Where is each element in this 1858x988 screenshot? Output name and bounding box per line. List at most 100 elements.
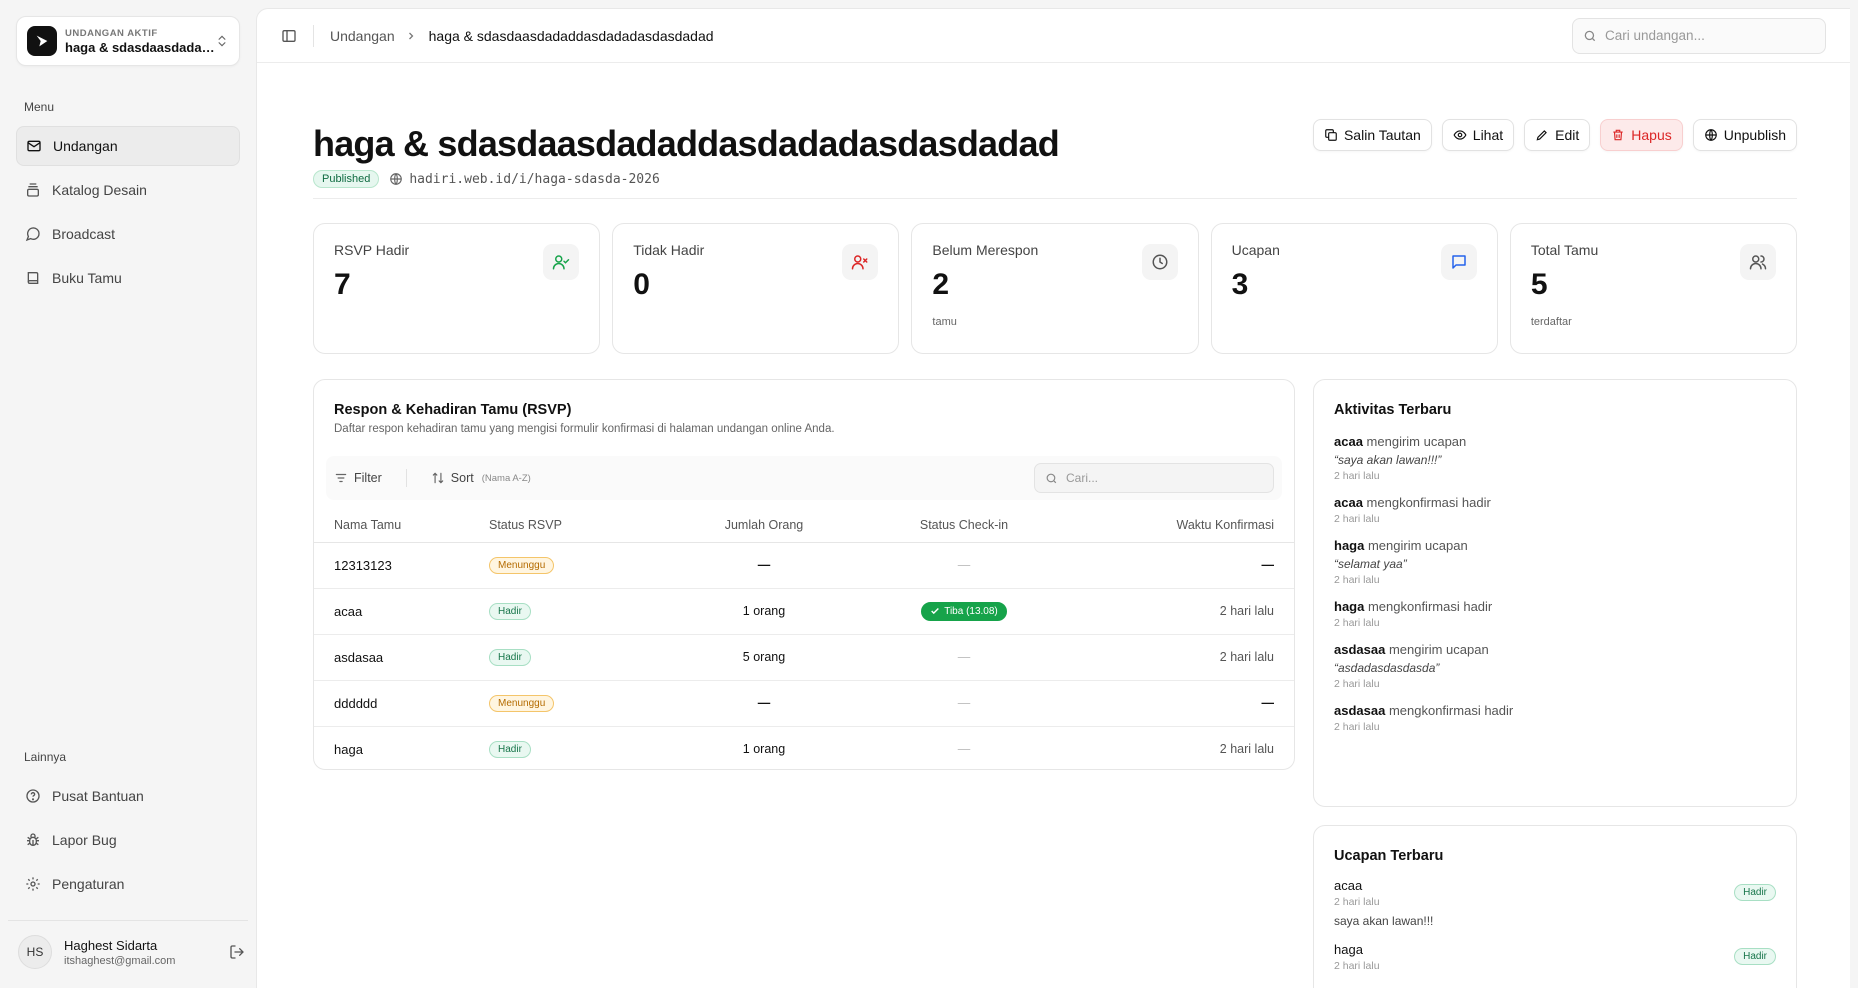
sidebar-item-katalog-desain[interactable]: Katalog Desain (16, 170, 240, 210)
filter-button[interactable]: Filter (334, 471, 382, 485)
column-header[interactable]: Nama Tamu (314, 508, 489, 543)
breadcrumb-current: haga & sdasdaasdadaddasdadadasdasdadad (428, 27, 714, 44)
table-row[interactable]: asdasaa Hadir 5 orang — 2 hari lalu (314, 634, 1294, 681)
edit-button[interactable]: Edit (1524, 119, 1591, 151)
user-profile[interactable]: HS Haghest Sidarta itshaghest@gmail.com (8, 920, 248, 969)
rsvp-status-badge: Hadir (489, 603, 531, 620)
activity-actor: asdasaa (1334, 642, 1386, 657)
main-panel: Undangan haga & sdasdaasdadaddasdadadasd… (256, 8, 1850, 988)
activity-action: mengirim ucapan (1367, 538, 1468, 553)
message-icon (1440, 244, 1477, 280)
user-name: Haghest Sidarta (64, 937, 158, 953)
sidebar-item-lapor-bug[interactable]: Lapor Bug (16, 820, 240, 860)
stat-label: Belum Merespon (932, 242, 1039, 258)
greeting-name: haga (1334, 942, 1363, 957)
people-count: 5 orang (664, 634, 864, 681)
rsvp-status-badge: Menunggu (489, 557, 555, 574)
copy-link-label: Salin Tautan (1343, 127, 1421, 143)
sidebar-toggle-icon[interactable] (279, 26, 299, 46)
stat-card-rsvp-hadir: RSVP Hadir 7 (313, 223, 601, 354)
rsvp-status-badge: Hadir (489, 649, 531, 666)
stat-value: 5 (1530, 268, 1548, 301)
other-section: Lainnya Pusat Bantuan Lapor Bug Pengatur… (16, 750, 240, 908)
activity-actor: haga (1334, 538, 1365, 553)
mail-icon (25, 137, 43, 155)
sort-hint: (Nama A-Z) (481, 472, 531, 484)
invitation-url[interactable]: hadiri.web.id/i/haga-sdasda-2026 (389, 171, 660, 187)
table-search-placeholder: Cari... (1066, 471, 1099, 485)
activity-card: Aktivitas Terbaru acaa mengirim ucapan “… (1313, 379, 1797, 807)
view-button[interactable]: Lihat (1441, 119, 1515, 151)
sidebar-item-label: Broadcast (52, 226, 116, 242)
table-row[interactable]: haga Hadir 1 orang — 2 hari lalu (314, 726, 1294, 772)
column-header[interactable]: Jumlah Orang (664, 508, 864, 543)
search-placeholder: Cari undangan... (1605, 28, 1705, 43)
list-item: asdasaa mengirim ucapan “asdadasdasdasda… (1334, 642, 1776, 690)
unpublish-label: Unpublish (1723, 127, 1786, 143)
sidebar-item-broadcast[interactable]: Broadcast (16, 214, 240, 254)
greeting-message: saya akan lawan!!! (1334, 914, 1434, 928)
list-item: haga mengkonfirmasi hadir 2 hari lalu (1334, 599, 1776, 629)
activity-time: 2 hari lalu (1334, 617, 1380, 629)
activity-action: mengirim ucapan (1388, 642, 1489, 657)
activity-time: 2 hari lalu (1334, 513, 1380, 525)
list-item: haga 2 hari lalu Hadir (1334, 942, 1776, 972)
activity-action: mengirim ucapan (1366, 434, 1467, 449)
sidebar-item-pengaturan[interactable]: Pengaturan (16, 864, 240, 904)
logout-icon[interactable] (226, 941, 248, 963)
sidebar-item-undangan[interactable]: Undangan (16, 126, 240, 166)
checkin-badge: Tiba (13.08) (921, 601, 1007, 621)
greetings-card: Ucapan Terbaru acaa 2 hari lalu saya aka… (1313, 825, 1797, 988)
check-icon (930, 606, 940, 616)
filter-icon (334, 471, 348, 485)
table-row[interactable]: 12313123 Menunggu — — — (314, 542, 1294, 589)
breadcrumb-root[interactable]: Undangan (330, 28, 395, 44)
copy-link-button[interactable]: Salin Tautan (1312, 119, 1432, 151)
delete-button[interactable]: Hapus (1600, 119, 1683, 151)
column-header[interactable]: Waktu Konfirmasi (1064, 508, 1294, 543)
stat-sub: terdaftar (1530, 316, 1572, 328)
stat-card-ucapan: Ucapan 3 (1210, 223, 1498, 354)
divider (405, 469, 407, 487)
checkin-status: — (957, 558, 971, 572)
sidebar-item-label: Buku Tamu (52, 270, 122, 286)
catalog-icon (24, 181, 42, 199)
user-email: itshaghest@gmail.com (64, 954, 176, 967)
table-search-input[interactable]: Cari... (1034, 463, 1274, 493)
divider (313, 24, 314, 47)
table-row[interactable]: acaa Hadir 1 orang Tiba (13.08) 2 hari l… (314, 588, 1294, 635)
guest-name: asdasaa (314, 634, 489, 681)
confirm-time: — (1261, 696, 1275, 710)
invitation-url-text: hadiri.web.id/i/haga-sdasda-2026 (409, 171, 660, 187)
unpublish-button[interactable]: Unpublish (1692, 119, 1797, 151)
checkin-status: Tiba (13.08) (944, 605, 998, 617)
sidebar-item-label: Pusat Bantuan (52, 788, 144, 804)
table-toolbar: Filter Sort (Nama A-Z) Cari... (326, 456, 1282, 500)
stat-sub: tamu (932, 316, 957, 328)
activity-actor: acaa (1334, 434, 1363, 449)
switcher-caption: UNDANGAN AKTIF (65, 27, 158, 39)
people-count: — (757, 558, 771, 572)
sidebar-item-pusat-bantuan[interactable]: Pusat Bantuan (16, 776, 240, 816)
greeting-status-badge: Hadir (1734, 948, 1776, 965)
list-item: haga mengirim ucapan “selamat yaa” 2 har… (1334, 538, 1776, 586)
search-input[interactable]: Cari undangan... (1572, 17, 1826, 54)
users-icon (1740, 244, 1777, 280)
help-icon (24, 787, 42, 805)
sort-label: Sort (450, 471, 474, 485)
confirm-time: 2 hari lalu (1219, 742, 1274, 757)
greeting-name: acaa (1334, 878, 1363, 893)
stats-row: RSVP Hadir 7 Tidak Hadir 0 Belum Merespo… (313, 223, 1798, 354)
chevron-right-icon (405, 29, 419, 43)
action-buttons: Salin Tautan Lihat Edit Hapus Unpublish (1312, 119, 1797, 151)
sidebar-item-buku-tamu[interactable]: Buku Tamu (16, 258, 240, 298)
column-header[interactable]: Status RSVP (489, 508, 664, 543)
people-count: 1 orang (664, 588, 864, 635)
invitation-switcher[interactable]: UNDANGAN AKTIF haga & sdasdaasdadaddasda… (16, 16, 240, 66)
sort-button[interactable]: Sort (Nama A-Z) (431, 471, 531, 485)
stat-card-tidak-hadir: Tidak Hadir 0 (612, 223, 900, 354)
activity-title: Aktivitas Terbaru (1334, 402, 1452, 418)
column-header[interactable]: Status Check-in (864, 508, 1064, 543)
filter-label: Filter (354, 471, 382, 485)
table-row[interactable]: dddddd Menunggu — — — (314, 680, 1294, 727)
